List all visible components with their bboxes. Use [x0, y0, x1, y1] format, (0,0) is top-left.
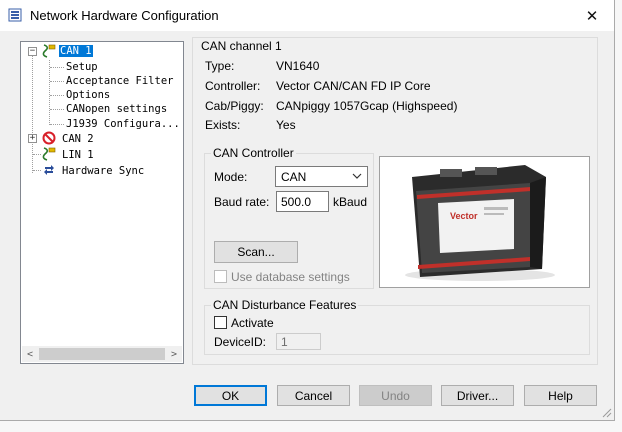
piggy-label: Cab/Piggy: — [205, 99, 264, 113]
help-button[interactable]: Help — [524, 385, 597, 406]
expander-can2[interactable]: + — [28, 134, 37, 143]
hardware-tree[interactable]: − CAN 1 Setup Acceptance Filter Options … — [20, 41, 184, 364]
driver-button[interactable]: Driver... — [441, 385, 514, 406]
activate-checkbox[interactable] — [214, 316, 227, 329]
tree-item-label: CAN 1 — [59, 45, 93, 57]
tree-item-label: Hardware Sync — [62, 165, 145, 177]
scroll-thumb[interactable] — [39, 348, 165, 360]
mode-label: Mode: — [214, 170, 248, 184]
type-value: VN1640 — [276, 59, 320, 73]
tree-item-acceptance-filter[interactable]: Acceptance Filter — [66, 74, 173, 88]
tree-connector — [33, 170, 41, 171]
close-icon: ✕ — [585, 6, 599, 25]
background-bottom — [0, 420, 622, 432]
tree-item-j1939-configuration[interactable]: J1939 Configura... — [66, 117, 180, 131]
tree-item-label: LIN 1 — [62, 149, 94, 161]
tree-item-label: CAN 2 — [62, 133, 94, 145]
tree-item-label: Setup — [66, 61, 98, 73]
scroll-right-icon[interactable]: > — [166, 346, 182, 362]
controller-value: Vector CAN/CAN FD IP Core — [276, 79, 431, 93]
baud-rate-label: Baud rate: — [214, 195, 270, 209]
tree-item-can1[interactable]: CAN 1 — [59, 44, 93, 58]
sync-icon — [44, 165, 54, 175]
tree-item-label: J1939 Configura... — [66, 118, 180, 130]
window-title: Network Hardware Configuration — [30, 8, 219, 23]
piggy-value: CANpiggy 1057Gcap (Highspeed) — [276, 99, 458, 113]
channel-group-title: CAN channel 1 — [201, 39, 282, 53]
chevron-down-icon — [352, 173, 362, 179]
tree-connector — [49, 60, 50, 125]
tree-item-setup[interactable]: Setup — [66, 60, 98, 74]
device-brand: Vector — [450, 211, 478, 221]
device-image: Vector — [379, 156, 590, 288]
tree-connector — [50, 95, 64, 96]
exists-value: Yes — [276, 118, 296, 132]
app-icon — [8, 8, 22, 22]
tree-connector — [50, 109, 64, 110]
tree-item-options[interactable]: Options — [66, 88, 110, 102]
can-channel-icon — [42, 44, 56, 58]
activate-label: Activate — [231, 316, 274, 330]
scroll-left-glyph: < — [26, 348, 34, 360]
tree-item-lin1[interactable]: LIN 1 — [62, 148, 94, 162]
disabled-icon — [42, 131, 56, 145]
disturbance-title: CAN Disturbance Features — [211, 298, 359, 312]
undo-button[interactable]: Undo — [359, 385, 432, 406]
tree-item-label: Acceptance Filter — [66, 75, 174, 87]
exists-label: Exists: — [205, 118, 241, 132]
use-database-label: Use database settings — [231, 270, 350, 284]
mode-value: CAN — [281, 170, 307, 184]
background-right — [614, 0, 622, 432]
expander-can1[interactable]: − — [28, 47, 37, 56]
baud-unit-label: kBaud — [333, 195, 368, 209]
scan-button[interactable]: Scan... — [214, 241, 298, 263]
ok-button[interactable]: OK — [194, 385, 267, 406]
tree-horizontal-scrollbar[interactable]: < > — [22, 346, 182, 362]
title-bar: Network Hardware Configuration ✕ — [0, 0, 614, 31]
tree-connector — [33, 154, 41, 155]
tree-item-hardware-sync[interactable]: Hardware Sync — [62, 164, 144, 178]
use-database-checkbox[interactable] — [214, 270, 227, 283]
tree-item-canopen-settings[interactable]: CANopen settings — [66, 102, 167, 116]
resize-grip-icon[interactable] — [600, 406, 612, 418]
baud-rate-input[interactable]: 500.0 — [276, 191, 329, 212]
mode-select[interactable]: CAN — [275, 166, 368, 187]
device-id-input[interactable]: 1 — [276, 333, 321, 350]
config-dialog: Network Hardware Configuration ✕ − CAN 1… — [0, 0, 615, 421]
scroll-right-glyph: > — [170, 348, 178, 360]
tree-connector — [50, 124, 64, 125]
can-controller-title: CAN Controller — [211, 146, 296, 160]
cancel-button[interactable]: Cancel — [277, 385, 350, 406]
type-label: Type: — [205, 59, 235, 73]
tree-connector — [32, 55, 33, 173]
device-id-label: DeviceID: — [214, 335, 267, 349]
scroll-left-icon[interactable]: < — [22, 346, 38, 362]
lin-channel-icon — [42, 147, 56, 161]
tree-connector — [50, 81, 64, 82]
tree-connector — [50, 67, 64, 68]
vn1640-device-illustration: Vector — [380, 157, 589, 287]
tree-item-label: CANopen settings — [66, 103, 168, 115]
controller-label: Controller: — [205, 79, 261, 93]
close-button[interactable]: ✕ — [570, 0, 614, 31]
tree-item-can2[interactable]: CAN 2 — [62, 132, 94, 146]
tree-item-label: Options — [66, 89, 111, 101]
